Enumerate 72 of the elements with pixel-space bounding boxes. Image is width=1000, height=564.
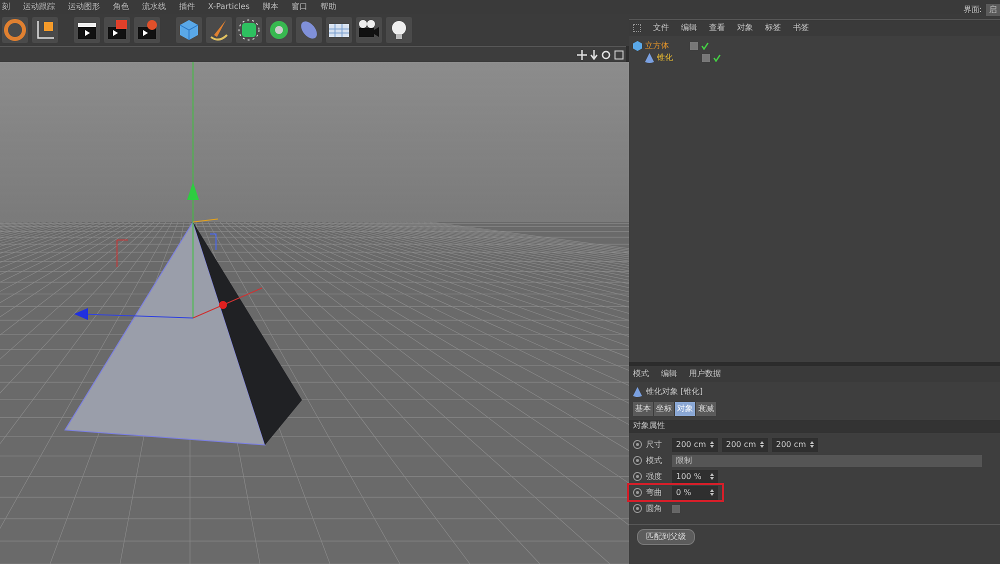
menu-item[interactable]: 插件 (179, 1, 195, 13)
cone-icon (645, 53, 654, 63)
menu-item[interactable]: 用户数据 (689, 368, 721, 380)
pen-icon[interactable] (206, 17, 232, 43)
spinner-icon[interactable] (710, 473, 714, 480)
menu-item[interactable]: 书签 (793, 22, 809, 34)
menu-item[interactable]: 窗口 (292, 1, 308, 13)
checkbox[interactable] (672, 504, 680, 512)
match-to-parent-button[interactable]: 匹配到父级 (637, 529, 695, 545)
field-label: 尺寸 (646, 438, 663, 450)
menu-item[interactable]: 角色 (113, 1, 129, 13)
field-label: 强度 (646, 470, 663, 482)
number-field[interactable]: 200 cm (672, 438, 718, 452)
number-field[interactable]: 100 % (672, 470, 718, 484)
light-bulb-icon[interactable] (386, 17, 412, 43)
layout-label: 界面: (963, 4, 982, 16)
menu-item[interactable]: 刻 (2, 1, 10, 13)
menu-item[interactable]: X-Particles (208, 1, 250, 13)
menu-item[interactable]: 脚本 (262, 1, 279, 13)
spinner-icon[interactable] (710, 441, 714, 448)
field-label: 模式 (646, 454, 663, 466)
spinner-icon[interactable] (810, 441, 814, 448)
flower-icon[interactable] (266, 17, 292, 43)
field-value: 200 cm (676, 438, 706, 450)
number-field[interactable]: 0 % (672, 486, 718, 500)
menu-item[interactable]: 标签 (765, 22, 781, 34)
arrow-down-icon[interactable] (590, 50, 598, 60)
spinner-icon[interactable] (760, 441, 764, 448)
cube-icon (633, 41, 642, 51)
panel-grip-icon[interactable] (633, 24, 641, 32)
menu-item[interactable]: 编辑 (661, 368, 677, 380)
cube-icon[interactable] (176, 17, 202, 43)
menu-item[interactable]: 对象 (737, 22, 753, 34)
menu-item[interactable]: 模式 (633, 368, 649, 380)
ring-icon[interactable] (2, 17, 28, 43)
menu-item[interactable]: 文件 (653, 22, 669, 34)
clapper-gear-icon[interactable] (134, 17, 160, 43)
rounded-cube-icon[interactable] (236, 17, 262, 43)
clapper-icon[interactable] (74, 17, 100, 43)
menu-item[interactable]: 运动跟踪 (23, 1, 55, 13)
number-field[interactable]: 200 cm (772, 438, 818, 452)
field-value: 0 % (676, 486, 692, 498)
capsule-icon[interactable] (296, 17, 322, 43)
field-label: 弯曲 (646, 486, 663, 498)
object-name[interactable]: 立方体 (645, 40, 681, 52)
field-value: 100 % (676, 470, 702, 482)
menu-item[interactable]: 编辑 (681, 22, 697, 34)
cone-icon (633, 387, 642, 397)
object-title: 锥化对象 [锥化] (646, 386, 703, 398)
window-icon[interactable] (614, 50, 624, 60)
menu-item[interactable]: 流水线 (142, 1, 166, 13)
spinner-icon[interactable] (710, 489, 714, 496)
camera-icon[interactable] (356, 17, 382, 43)
menu-item[interactable]: 运动图形 (68, 1, 100, 13)
rotate-icon[interactable] (601, 50, 611, 60)
menu-item[interactable]: 查看 (709, 22, 725, 34)
field-value: 200 cm (776, 438, 806, 450)
tab[interactable]: 衰减 (696, 402, 716, 416)
section-header: 对象属性 (629, 420, 1000, 433)
layout-dropdown[interactable]: 启 (986, 4, 1000, 16)
dropdown-field[interactable]: 限制 (672, 454, 982, 466)
clapper-play-icon[interactable] (104, 17, 130, 43)
tab[interactable]: 坐标 (654, 402, 674, 416)
floor-icon[interactable] (326, 17, 352, 43)
field-label: 圆角 (646, 502, 663, 514)
object-name[interactable]: 锥化 (657, 52, 693, 64)
move-icon[interactable] (577, 50, 587, 60)
tab[interactable]: 基本 (633, 402, 653, 416)
number-field[interactable]: 200 cm (722, 438, 768, 452)
axis-cube-icon[interactable] (32, 17, 58, 43)
field-value: 200 cm (726, 438, 756, 450)
menu-item[interactable]: 帮助 (320, 1, 337, 13)
